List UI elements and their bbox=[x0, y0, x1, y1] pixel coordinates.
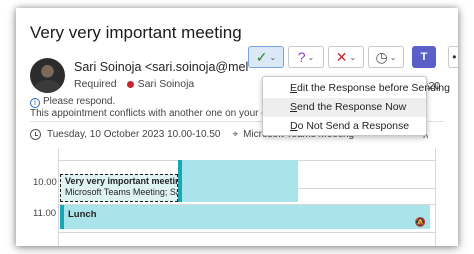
tentative-button[interactable]: ? ⌄ bbox=[288, 46, 324, 68]
menu-item-edit-response[interactable]: Edit the Response before Sending bbox=[263, 79, 450, 98]
menu-accelerator: S bbox=[290, 101, 298, 113]
x-icon: ✕ bbox=[335, 48, 348, 65]
checkmark-icon: ✓ bbox=[255, 48, 268, 65]
menu-item-do-not-send[interactable]: Do Not Send a Response bbox=[263, 117, 426, 136]
required-attendees-row: Required Sari Soinoja bbox=[74, 78, 194, 90]
event-title: Very very important meeting bbox=[65, 176, 178, 186]
chevron-down-icon: ⌄ bbox=[307, 52, 315, 62]
location-pin-icon: ⌖ bbox=[232, 129, 239, 140]
menu-accelerator: D bbox=[290, 120, 298, 132]
meeting-event[interactable]: Very very important meeting Microsoft Te… bbox=[60, 174, 178, 202]
decline-button[interactable]: ✕ ⌄ bbox=[328, 46, 364, 68]
no-reminder-icon: 🔕 bbox=[414, 217, 426, 227]
more-icon: ••• bbox=[452, 50, 458, 64]
event-title: Lunch bbox=[68, 209, 97, 220]
event-location: Microsoft Teams Meeting; Sari Soinoja bbox=[65, 186, 177, 197]
clock-icon bbox=[30, 129, 41, 140]
hour-label: 10.00 bbox=[33, 177, 57, 188]
hour-label: 11.00 bbox=[33, 208, 57, 219]
question-icon: ? bbox=[297, 49, 306, 65]
conflicting-event[interactable] bbox=[182, 160, 298, 202]
meeting-subject: Very very important meeting bbox=[30, 23, 242, 42]
calendar-gridline bbox=[58, 232, 436, 233]
menu-item-send-now[interactable]: Send the Response Now bbox=[263, 98, 426, 117]
menu-item-label: o Not Send a Response bbox=[297, 120, 410, 132]
please-respond-text: Please respond. bbox=[43, 96, 116, 107]
conflict-text: This appointment conflicts with another … bbox=[30, 108, 280, 119]
meeting-window: Very very important meeting Sari Soinoja… bbox=[16, 8, 458, 246]
clock-icon: ◷ bbox=[375, 48, 388, 65]
chevron-down-icon: ⌄ bbox=[389, 52, 397, 62]
lunch-event[interactable]: Lunch 🔕 bbox=[64, 205, 430, 229]
accept-button[interactable]: ✓ ⌄ bbox=[248, 46, 284, 68]
sender-address[interactable]: Sari Soinoja <sari.soinoja@meltlake bbox=[74, 60, 248, 74]
menu-item-label: end the Response Now bbox=[297, 101, 407, 113]
info-icon: i bbox=[30, 98, 40, 108]
accept-options-menu: Edit the Response before Sending Send th… bbox=[262, 76, 450, 136]
required-attendee[interactable]: Sari Soinoja bbox=[138, 78, 195, 90]
more-options-button[interactable]: ••• bbox=[448, 46, 458, 68]
menu-item-label: dit the Response before Sending bbox=[297, 82, 450, 94]
teams-icon: T bbox=[420, 51, 428, 63]
propose-new-time-button[interactable]: ◷ ⌄ bbox=[368, 46, 404, 68]
busy-status-dot bbox=[126, 80, 134, 88]
meeting-datetime: Tuesday, 10 October 2023 10.00-10.50 bbox=[47, 129, 221, 140]
calendar-preview: 10.00 11.00 Very very important meeting … bbox=[30, 148, 444, 246]
avatar-figure bbox=[34, 80, 61, 93]
avatar[interactable] bbox=[30, 58, 65, 93]
required-label: Required bbox=[74, 78, 117, 90]
chevron-down-icon: ⌄ bbox=[349, 52, 357, 62]
chevron-down-icon: ⌄ bbox=[269, 52, 277, 62]
menu-accelerator: E bbox=[290, 82, 298, 94]
response-toolbar: ✓⌄ ?⌄ ✕⌄ ◷⌄ T ••• bbox=[248, 46, 458, 68]
teams-join-button[interactable]: T bbox=[412, 46, 436, 68]
info-bar: i Please respond. This appointment confli… bbox=[30, 96, 280, 119]
